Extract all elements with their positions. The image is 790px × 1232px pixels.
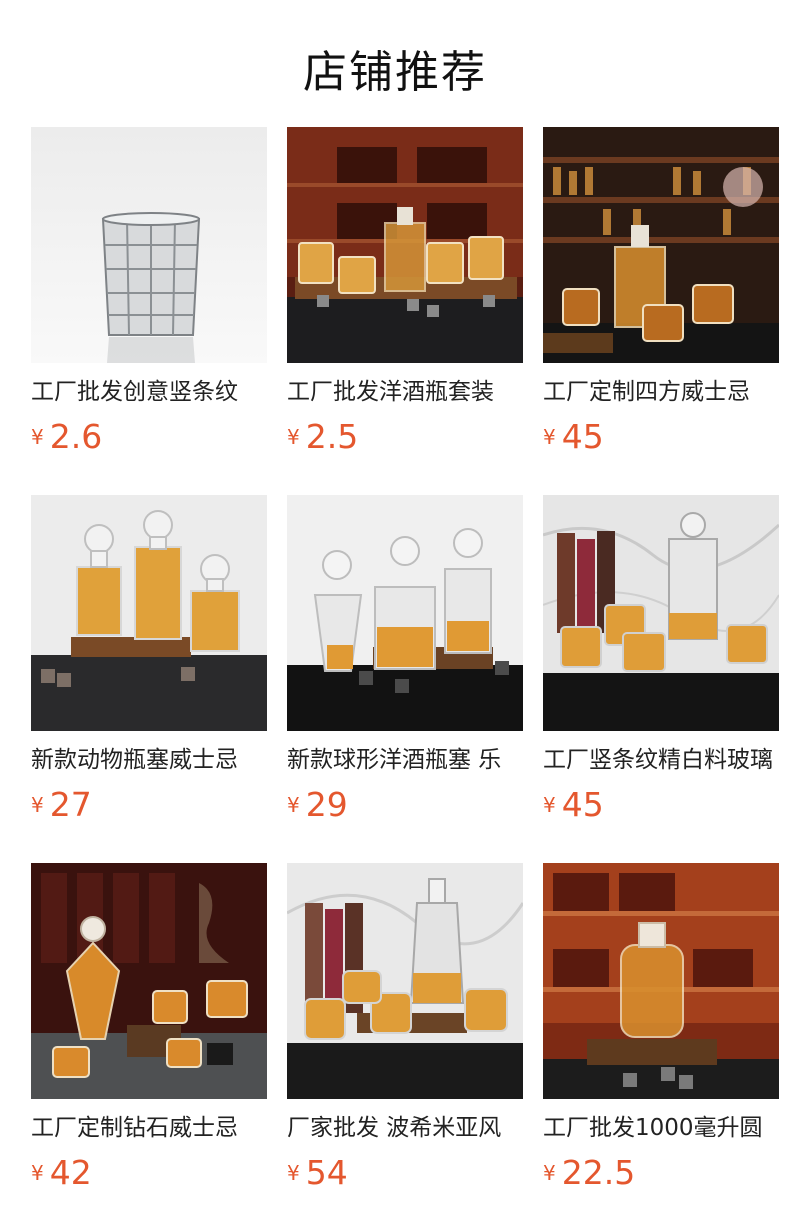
- currency-symbol: ¥: [287, 1161, 300, 1185]
- currency-symbol: ¥: [31, 1161, 44, 1185]
- product-name[interactable]: 工厂批发洋酒瓶套装: [287, 375, 523, 409]
- product-price: ¥27: [31, 785, 92, 829]
- product-price: ¥2.5: [287, 417, 358, 461]
- currency-symbol: ¥: [543, 793, 556, 817]
- product-price: ¥45: [543, 417, 604, 461]
- currency-symbol: ¥: [287, 793, 300, 817]
- product-name[interactable]: 工厂定制钻石威士忌: [31, 1111, 267, 1145]
- product-card[interactable]: 工厂批发洋酒瓶套装 ¥2.5: [287, 127, 523, 467]
- price-value: 27: [49, 785, 92, 824]
- product-name[interactable]: 新款动物瓶塞威士忌: [31, 743, 267, 777]
- product-price: ¥42: [31, 1153, 92, 1197]
- product-name[interactable]: 厂家批发 波希米亚风: [287, 1111, 523, 1145]
- currency-symbol: ¥: [543, 425, 556, 449]
- product-card[interactable]: 工厂竖条纹精白料玻璃 ¥45: [543, 495, 779, 835]
- product-image[interactable]: [543, 495, 779, 731]
- product-name[interactable]: 新款球形洋酒瓶塞 乐: [287, 743, 523, 777]
- product-card[interactable]: 厂家批发 波希米亚风 ¥54: [287, 863, 523, 1203]
- product-image[interactable]: [31, 863, 267, 1099]
- price-value: 42: [49, 1153, 92, 1192]
- price-value: 54: [305, 1153, 348, 1192]
- product-price: ¥22.5: [543, 1153, 635, 1197]
- product-card[interactable]: 工厂定制四方威士忌 ¥45: [543, 127, 779, 467]
- price-value: 22.5: [561, 1153, 636, 1192]
- section-title: 店铺推荐: [303, 47, 487, 98]
- product-image[interactable]: [543, 127, 779, 363]
- product-name[interactable]: 工厂批发1000毫升圆: [543, 1111, 779, 1145]
- product-name[interactable]: 工厂批发创意竖条纹: [31, 375, 267, 409]
- currency-symbol: ¥: [287, 425, 300, 449]
- price-value: 2.5: [305, 417, 359, 456]
- product-price: ¥54: [287, 1153, 348, 1197]
- price-value: 2.6: [49, 417, 103, 456]
- product-image[interactable]: [287, 127, 523, 363]
- product-image[interactable]: [287, 863, 523, 1099]
- product-name[interactable]: 工厂竖条纹精白料玻璃: [543, 743, 779, 777]
- product-card[interactable]: 工厂批发1000毫升圆 ¥22.5: [543, 863, 779, 1203]
- product-name[interactable]: 工厂定制四方威士忌: [543, 375, 779, 409]
- product-image[interactable]: [31, 495, 267, 731]
- price-value: 45: [561, 417, 604, 456]
- product-card[interactable]: 工厂定制钻石威士忌 ¥42: [31, 863, 267, 1203]
- currency-symbol: ¥: [31, 425, 44, 449]
- product-image[interactable]: [543, 863, 779, 1099]
- price-value: 29: [305, 785, 348, 824]
- product-card[interactable]: 工厂批发创意竖条纹 ¥2.6: [31, 127, 267, 467]
- product-image[interactable]: [31, 127, 267, 363]
- product-price: ¥29: [287, 785, 348, 829]
- product-image[interactable]: [287, 495, 523, 731]
- product-price: ¥45: [543, 785, 604, 829]
- price-value: 45: [561, 785, 604, 824]
- product-card[interactable]: 新款球形洋酒瓶塞 乐 ¥29: [287, 495, 523, 835]
- product-card[interactable]: 新款动物瓶塞威士忌 ¥27: [31, 495, 267, 835]
- currency-symbol: ¥: [31, 793, 44, 817]
- product-price: ¥2.6: [31, 417, 102, 461]
- currency-symbol: ¥: [543, 1161, 556, 1185]
